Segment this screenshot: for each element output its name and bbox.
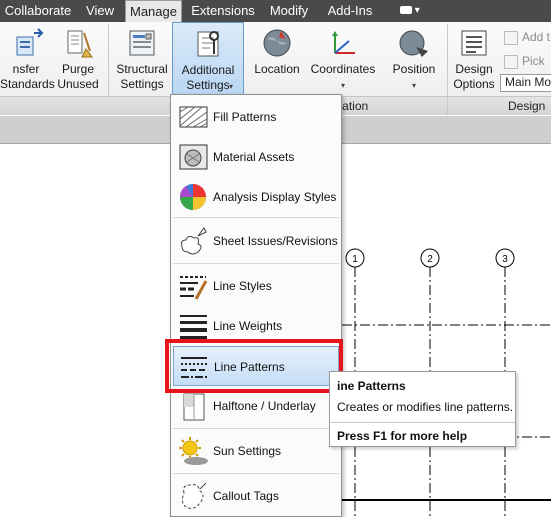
menu-item-sheet-issues-revisions[interactable]: Sheet Issues/Revisions	[173, 221, 339, 261]
menu-separator	[173, 217, 339, 218]
additional-settings-button[interactable]: Additional Settings ▾	[172, 22, 244, 96]
structural-settings-button[interactable]: Structural Settings	[112, 22, 172, 96]
position-button[interactable]: Position ▾	[384, 22, 444, 96]
menu-item-label: Callout Tags	[213, 489, 279, 503]
menu-item-label: Fill Patterns	[213, 110, 277, 124]
menu-separator	[173, 428, 339, 429]
menu-separator	[173, 473, 339, 474]
tooltip-description: Creates or modifies line patterns.	[337, 400, 514, 414]
location-label: Location	[254, 62, 300, 76]
menu-item-label: Analysis Display Styles	[213, 190, 337, 204]
grid-bubble-label: 1	[352, 254, 358, 265]
menu-item-line-styles[interactable]: Line Styles	[173, 266, 339, 306]
purge-label-line2: Unused	[57, 77, 99, 91]
coordinates-dropdown-arrow-icon: ▾	[340, 81, 345, 90]
halftone-icon	[183, 393, 205, 421]
transfer-label-line1: nsfer	[12, 62, 40, 76]
main-model-select[interactable]: Main Mo	[500, 74, 551, 92]
structural-label-line1: Structural	[116, 62, 168, 76]
pick-to-edit-button[interactable]: Pick t	[504, 52, 551, 86]
purge-label-line1: Purge	[61, 62, 95, 76]
ribbon-tab-bar: Collaborate View Manage Extensions Modif…	[0, 0, 551, 23]
analysis-display-styles-icon	[179, 184, 206, 210]
sun-settings-icon	[179, 437, 208, 465]
line-styles-icon	[180, 276, 208, 300]
menu-item-fill-patterns[interactable]: Fill Patterns	[173, 97, 339, 137]
coordinates-button[interactable]: Coordinates ▾	[306, 22, 380, 96]
tooltip-title: ine Patterns	[337, 379, 406, 393]
tab-extensions[interactable]: Extensions	[188, 0, 258, 22]
grid-bubble-label: 3	[502, 254, 508, 265]
transfer-standards-icon	[16, 28, 44, 56]
tooltip: ine Patterns Creates or modifies line pa…	[329, 371, 516, 447]
transfer-label-line2: Standards	[0, 77, 55, 91]
design-options-label-line1: Design	[455, 62, 493, 76]
structural-label-line2: Settings	[120, 77, 164, 91]
add-to-set-label: Add t	[522, 30, 551, 44]
transfer-standards-button[interactable]: nsfer Standards	[0, 22, 55, 96]
revit-window: Collaborate View Manage Extensions Modif…	[0, 0, 551, 517]
tab-modify[interactable]: Modify	[264, 0, 314, 22]
position-label: Position	[392, 62, 436, 76]
design-options-button[interactable]: Design Options	[450, 22, 498, 96]
pick-to-edit-icon	[504, 54, 518, 69]
menu-item-label: Sheet Issues/Revisions	[213, 234, 338, 248]
camera-dropdown-icon[interactable]: ▾	[400, 4, 426, 18]
menu-item-label: Material Assets	[213, 150, 295, 164]
position-dropdown-arrow-icon: ▾	[411, 81, 416, 90]
add-to-set-icon	[504, 30, 518, 45]
tab-add-ins[interactable]: Add-Ins	[320, 0, 380, 22]
menu-item-callout-tags[interactable]: Callout Tags	[173, 476, 339, 516]
additional-dropdown-arrow-icon: ▾	[229, 82, 234, 91]
purge-unused-button[interactable]: Purge Unused	[54, 22, 102, 96]
tooltip-divider	[330, 422, 515, 423]
menu-item-label: Line Styles	[213, 279, 272, 293]
coordinates-icon	[332, 31, 355, 54]
design-options-icon	[461, 30, 487, 56]
position-icon	[399, 30, 428, 57]
add-to-set-button[interactable]: Add t	[504, 28, 550, 46]
callout-tags-icon	[181, 482, 207, 509]
additional-settings-menu: Fill Patterns Material Assets Analysis Dis…	[170, 94, 342, 517]
globe-icon	[263, 29, 291, 57]
tab-collaborate[interactable]: Collaborate	[0, 0, 76, 22]
menu-item-sun-settings[interactable]: Sun Settings	[173, 431, 339, 471]
sheet-issues-icon	[181, 227, 207, 255]
panel-title-design-options: Design O	[448, 96, 551, 131]
grid-bubble-label: 2	[427, 254, 433, 265]
location-button[interactable]: Location	[248, 22, 306, 96]
material-assets-icon	[179, 144, 208, 170]
fill-patterns-icon	[179, 106, 208, 128]
panel-title-settings	[0, 96, 170, 115]
menu-item-material-assets[interactable]: Material Assets	[173, 137, 339, 177]
menu-separator	[173, 263, 339, 264]
annotation-highlight-box	[165, 339, 343, 393]
line-weights-icon	[180, 315, 207, 341]
structural-settings-icon	[129, 30, 155, 56]
additional-label-line1: Additional	[181, 63, 235, 77]
purge-unused-icon	[67, 30, 93, 58]
tab-view[interactable]: View	[80, 0, 120, 22]
coordinates-label: Coordinates	[310, 62, 376, 76]
additional-settings-icon	[197, 31, 219, 57]
menu-item-label: Sun Settings	[213, 444, 282, 458]
tooltip-help: Press F1 for more help	[337, 429, 468, 443]
menu-item-analysis-display-styles[interactable]: Analysis Display Styles	[173, 177, 339, 217]
design-options-label-line2: Options	[453, 77, 495, 91]
tab-manage[interactable]: Manage	[125, 0, 182, 23]
